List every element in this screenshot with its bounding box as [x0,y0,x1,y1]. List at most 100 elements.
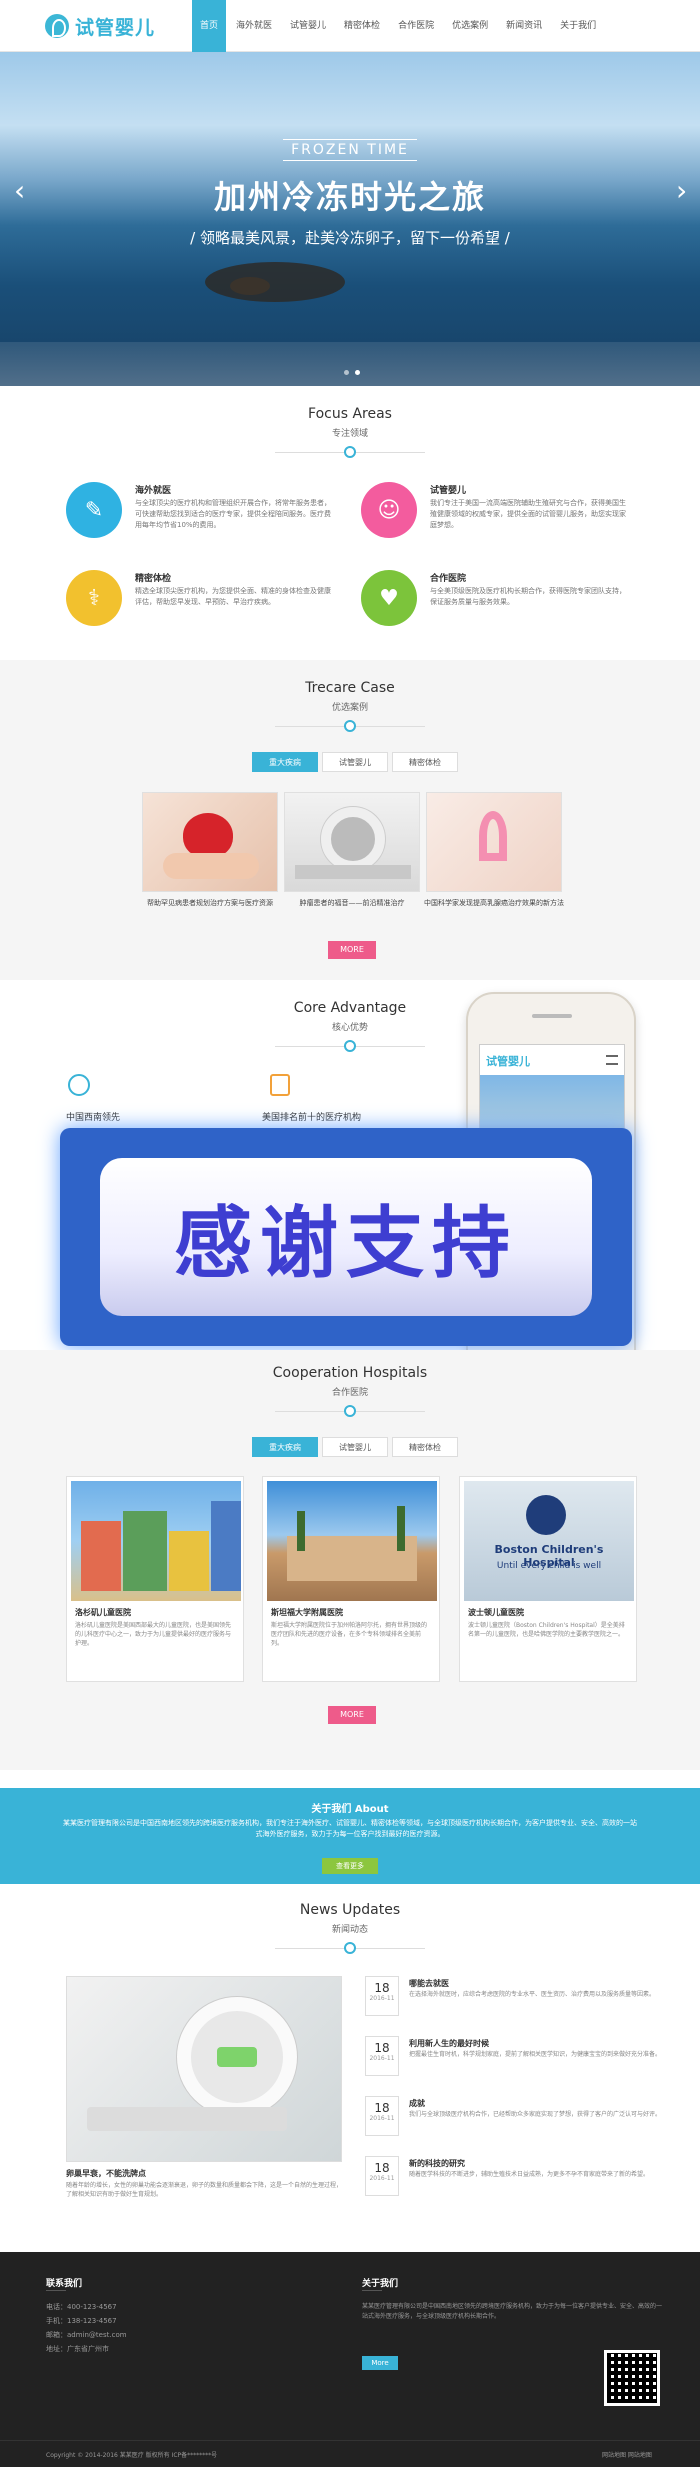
stethoscope-icon: ⚕ [66,570,122,626]
nav-item-ivf[interactable]: 试管婴儿 [282,0,334,52]
phone-speaker [532,1014,572,1018]
hero-dot-active[interactable] [355,370,360,375]
hero-pagination [344,370,360,375]
hospital-name: 波士顿儿童医院 [468,1608,524,1617]
block-shape [169,1531,209,1591]
hero-title: 加州冷冻时光之旅 [213,178,486,216]
news-item-title[interactable]: 新的科技的研究 [409,2158,465,2169]
site-footer [0,2252,700,2467]
news-date: 18 2016-11 [365,2156,399,2196]
focus-divider-circle [344,446,356,458]
shield-icon [270,1074,290,1096]
news-item-title[interactable]: 哪能去就医 [409,1978,449,1989]
tab-checkup[interactable]: 精密体检 [392,1437,458,1457]
hospital-seal-icon [526,1495,566,1535]
footer-about-title: 关于我们 [362,2279,399,2289]
menu-icon[interactable] [606,1055,618,1065]
news-subtitle: 新闻动态 [331,1925,368,1935]
hero-shore [0,342,700,386]
news-item-desc: 在选择海外就医时，应综合考虑医院的专业水平、医生资历、治疗费用以及服务质量等因素… [409,1991,656,1998]
focus-item-title[interactable]: 合作医院 [430,571,466,584]
hospital-card[interactable]: 洛杉矶儿童医院 洛杉矶儿童医院是美国西部最大的儿童医院，也是美国领先的儿科医疗中… [66,1476,244,1682]
cases-divider-circle [344,720,356,732]
news-item-title[interactable]: 利用新人生的最好时候 [409,2038,489,2049]
case-image[interactable] [426,792,562,892]
tab-major-disease[interactable]: 重大疾病 [252,752,318,772]
hospitals-subtitle: 合作医院 [331,1388,368,1398]
news-divider-circle [344,1942,356,1954]
footer-bottom-divider [0,2440,700,2441]
focus-item-title[interactable]: 试管婴儿 [430,483,466,496]
case-caption[interactable]: 中国科学家发现提高乳腺癌治疗效果的新方法 [422,898,566,908]
hero-next-arrow-icon[interactable]: › [676,174,687,207]
tab-ivf[interactable]: 试管婴儿 [322,752,388,772]
nav-item-cases[interactable]: 优选案例 [444,0,496,52]
news-feature-image[interactable] [66,1976,342,2162]
treatment-bed [87,2107,287,2131]
focus-item-desc: 与全美顶级医院及医疗机构长期合作，获得医院专家团队支持，保证服务质量与服务效果。 [430,587,626,606]
logo[interactable]: 试管婴儿 [45,8,180,44]
cases-tabs: 重大疾病 试管婴儿 精密体检 [252,752,458,772]
hospital-card[interactable]: 斯坦福大学附属医院 斯坦福大学附属医院位于加州帕洛阿尔托，拥有世界顶级的医疗团队… [262,1476,440,1682]
news-date: 18 2016-11 [365,1976,399,2016]
news-item-desc: 我们与全球顶级医疗机构合作，已经帮助众多家庭实现了梦想，获得了客户的广泛认可与好… [409,2111,662,2118]
footer-more-button[interactable]: More [362,2356,398,2370]
advantage-item: 美国排名前十的医疗机构 [262,1113,362,1123]
hospital-card[interactable]: Boston Children's Hospital Until every c… [459,1476,637,1682]
advantage-item: 中国西南领先 [66,1113,121,1123]
focus-item-desc: 与全球顶尖的医疗机构和管理组织开展合作，将常年服务患者，可快速帮助您找到适合的医… [135,499,331,529]
baby-icon: ☺ [361,482,417,538]
footer-links[interactable]: 网站地图 网站地图 [602,2450,652,2459]
about-more-button[interactable]: 查看更多 [322,1858,378,1874]
about-title: 关于我们 About [311,1804,389,1815]
case-image[interactable] [142,792,278,892]
news-feature-title[interactable]: 卵巢早衰，不能洗牌点 [66,2168,146,2179]
nav-item-news[interactable]: 新闻资讯 [498,0,550,52]
news-item[interactable]: 18 2016-11 利用新人生的最好时候 把握最佳生育时机，科学规划家庭，提前… [365,2036,665,2094]
award-icon [68,1074,90,1096]
heart-icon [183,813,233,858]
qr-code-icon [604,2350,660,2406]
footer-contact-line[interactable]: 邮箱：admin@test.com [46,2330,127,2340]
news-day: 18 [374,2161,390,2175]
news-ym: 2016-11 [369,2055,395,2062]
tab-ivf[interactable]: 试管婴儿 [322,1437,388,1457]
hero-prev-arrow-icon[interactable]: ‹ [14,174,25,207]
hero-banner[interactable]: FROZEN TIME 加州冷冻时光之旅 / 领略最美风景，赴美冷冻卵子，留下一… [0,52,700,386]
news-item-title[interactable]: 成就 [409,2098,425,2109]
news-item[interactable]: 18 2016-11 成就 我们与全球顶级医疗机构合作，已经帮助众多家庭实现了梦… [365,2096,665,2154]
hero-dot[interactable] [344,370,349,375]
focus-item-desc: 我们专注于美国一流高端医院辅助生殖研究与合作，获得美国生殖健康领域的权威专家，提… [430,499,626,529]
hospitals-more-button[interactable]: MORE [328,1706,376,1724]
hospital-name: 洛杉矶儿童医院 [75,1608,131,1617]
thanks-banner-inner: 感谢支持 [100,1158,592,1316]
case-caption[interactable]: 肿瘤患者的福音——前沿精准治疗 [280,898,424,908]
ribbon-icon [479,811,507,861]
footer-about-desc: 某某医疗管理有限公司是中国西南地区领先的跨境医疗服务机构，致力于为每一位客户提供… [362,2303,663,2320]
nav-item-home[interactable]: 首页 [192,0,227,52]
tab-checkup[interactable]: 精密体检 [392,752,458,772]
monitor-icon: ♥ [361,570,417,626]
hospital-image [267,1481,437,1601]
tab-major-disease[interactable]: 重大疾病 [252,1437,318,1457]
nav-item-overseas[interactable]: 海外就医 [228,0,280,52]
focus-item-title[interactable]: 精密体检 [135,571,171,584]
about-section: 关于我们 About 某某医疗管理有限公司是中国西南地区领先的跨境医疗服务机构，… [0,1788,700,1884]
news-ym: 2016-11 [369,1995,395,2002]
footer-contact-line: 地址：广东省广州市 [46,2345,109,2353]
thanks-banner-text: 感谢支持 [173,1198,518,1289]
news-item-desc: 把握最佳生育时机，科学规划家庭，提前了解相关医学知识，为健康宝宝的到来做好充分准… [409,2051,662,2058]
cases-more-button[interactable]: MORE [328,941,376,959]
nav-item-checkup[interactable]: 精密体检 [336,0,388,52]
news-item[interactable]: 18 2016-11 新的科技的研究 随着医学科技的不断进步，辅助生殖技术日益成… [365,2156,665,2214]
footer-contact-title: 联系我们 [46,2279,83,2289]
hospital-image [71,1481,241,1601]
case-image[interactable] [284,792,420,892]
nav-item-about[interactable]: 关于我们 [552,0,604,52]
news-feature-desc: 随着年龄的增长，女性的卵巢功能会逐渐衰退，卵子的数量和质量都会下降，这是一个自然… [66,2182,343,2198]
case-caption[interactable]: 帮助罕见病患者规划治疗方案与医疗资源 [138,898,282,908]
nav-item-hospitals[interactable]: 合作医院 [390,0,442,52]
footer-contact-line: 手机：138-123-4567 [46,2317,117,2325]
news-item[interactable]: 18 2016-11 哪能去就医 在选择海外就医时，应综合考虑医院的专业水平、医… [365,1976,665,2034]
focus-item-title[interactable]: 海外就医 [135,483,171,496]
